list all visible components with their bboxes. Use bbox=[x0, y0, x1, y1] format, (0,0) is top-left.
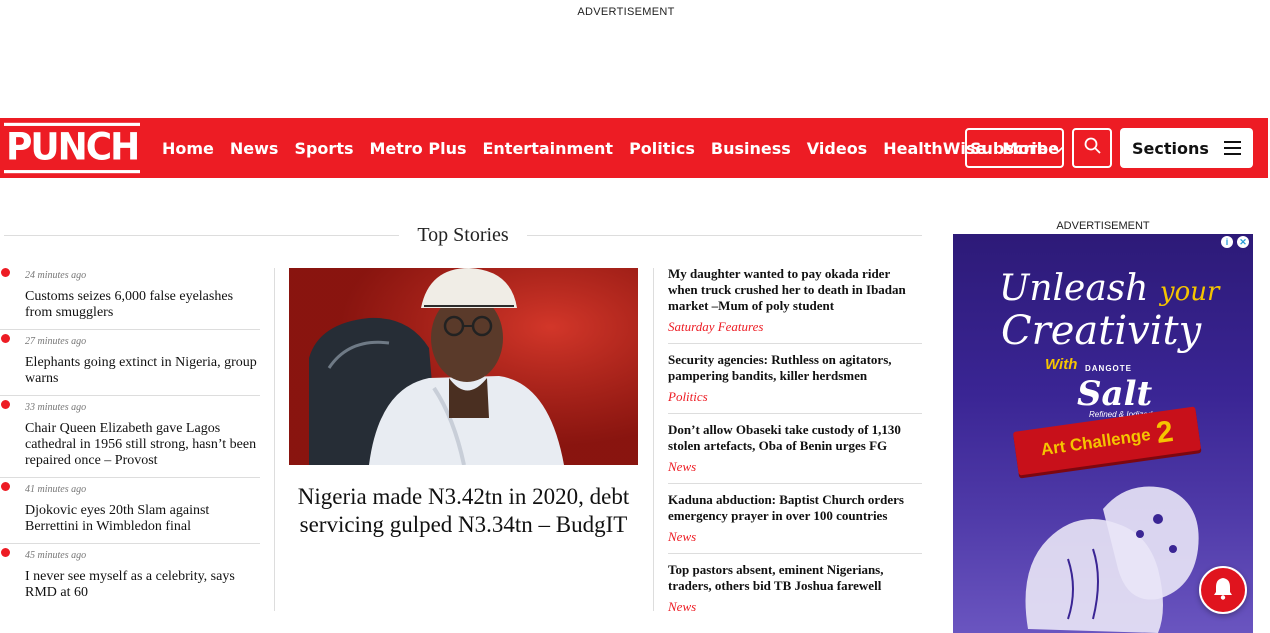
feature-photo-illustration bbox=[289, 268, 638, 465]
top-advertisement-label: ADVERTISEMENT bbox=[577, 6, 675, 18]
headline-link[interactable]: I never see myself as a celebrity, says … bbox=[25, 569, 260, 601]
list-item[interactable]: Don’t allow Obaseki take custody of 1,13… bbox=[668, 422, 922, 484]
list-item[interactable]: Security agencies: Ruthless on agitators… bbox=[668, 352, 922, 414]
list-item[interactable]: My daughter wanted to pay okada rider wh… bbox=[668, 266, 922, 344]
headline-link[interactable]: Elephants going extinct in Nigeria, grou… bbox=[25, 355, 260, 387]
headline-link[interactable]: Customs seizes 6,000 false eyelashes fro… bbox=[25, 289, 260, 321]
list-item[interactable]: 45 minutes ago I never see myself as a c… bbox=[0, 544, 260, 609]
search-button[interactable] bbox=[1072, 128, 1112, 168]
list-item[interactable]: 24 minutes ago Customs seizes 6,000 fals… bbox=[0, 264, 260, 330]
logo-text: PUNCH bbox=[4, 122, 140, 174]
ad-challenge-text: Art Challenge bbox=[1039, 424, 1152, 460]
nav-links: Home News Sports Metro Plus Entertainmen… bbox=[162, 139, 1080, 158]
ad-brand: DANGOTE bbox=[1085, 364, 1132, 373]
nav-business[interactable]: Business bbox=[711, 139, 791, 158]
category-link[interactable]: News bbox=[668, 459, 922, 475]
notification-bell-button[interactable] bbox=[1199, 566, 1247, 614]
nav-entertainment[interactable]: Entertainment bbox=[482, 139, 613, 158]
ad-choices[interactable]: i ✕ bbox=[1221, 236, 1249, 248]
list-item[interactable]: Top pastors absent, eminent Nigerians, t… bbox=[668, 562, 922, 623]
ad-text-creativity: Creativity bbox=[1001, 308, 1202, 354]
feature-story-image[interactable] bbox=[289, 268, 638, 465]
subscribe-button[interactable]: Subscribe bbox=[965, 128, 1064, 168]
search-icon bbox=[1084, 137, 1101, 159]
nav-politics[interactable]: Politics bbox=[629, 139, 695, 158]
info-icon[interactable]: i bbox=[1221, 236, 1233, 248]
bullet-dot-icon bbox=[1, 268, 10, 277]
column-divider bbox=[653, 268, 654, 611]
top-stories-heading: Top Stories bbox=[4, 222, 923, 248]
timestamp: 45 minutes ago bbox=[25, 550, 87, 561]
headline-link[interactable]: Chair Queen Elizabeth gave Lagos cathedr… bbox=[25, 421, 260, 469]
column-divider bbox=[274, 268, 275, 611]
bullet-dot-icon bbox=[1, 548, 10, 557]
timestamp: 33 minutes ago bbox=[25, 402, 87, 413]
side-advertisement-label: ADVERTISEMENT bbox=[1056, 220, 1150, 232]
ad-text-your: your bbox=[1159, 277, 1220, 307]
bullet-dot-icon bbox=[1, 334, 10, 343]
punch-logo[interactable]: PUNCH bbox=[4, 122, 146, 174]
timestamp: 27 minutes ago bbox=[25, 336, 87, 347]
nav-sports[interactable]: Sports bbox=[294, 139, 353, 158]
right-stories-list: My daughter wanted to pay okada rider wh… bbox=[668, 266, 922, 631]
bullet-dot-icon bbox=[1, 400, 10, 409]
headline-link[interactable]: My daughter wanted to pay okada rider wh… bbox=[668, 266, 922, 314]
hamburger-icon bbox=[1224, 141, 1241, 155]
headline-link[interactable]: Top pastors absent, eminent Nigerians, t… bbox=[668, 562, 922, 594]
nav-home[interactable]: Home bbox=[162, 139, 214, 158]
timestamp: 24 minutes ago bbox=[25, 270, 87, 281]
ad-elephant-illustration bbox=[1025, 486, 1199, 633]
timestamp: 41 minutes ago bbox=[25, 484, 87, 495]
category-link[interactable]: News bbox=[668, 599, 922, 615]
category-link[interactable]: News bbox=[668, 529, 922, 545]
nav-videos[interactable]: Videos bbox=[807, 139, 867, 158]
ad-text: Unleash your bbox=[999, 268, 1219, 309]
top-stories-title: Top Stories bbox=[417, 223, 509, 246]
list-item[interactable]: 33 minutes ago Chair Queen Elizabeth gav… bbox=[0, 396, 260, 478]
headline-link[interactable]: Security agencies: Ruthless on agitators… bbox=[668, 352, 922, 384]
nav-news[interactable]: News bbox=[230, 139, 279, 158]
headline-link[interactable]: Djokovic eyes 20th Slam against Berretti… bbox=[25, 503, 260, 535]
category-link[interactable]: Saturday Features bbox=[668, 319, 922, 335]
main-navbar: PUNCH Home News Sports Metro Plus Entert… bbox=[0, 118, 1268, 178]
close-icon[interactable]: ✕ bbox=[1237, 236, 1249, 248]
headline-link[interactable]: Don’t allow Obaseki take custody of 1,13… bbox=[668, 422, 922, 454]
ad-text-unleash: Unleash bbox=[999, 268, 1149, 309]
nav-metro-plus[interactable]: Metro Plus bbox=[369, 139, 466, 158]
sections-label: Sections bbox=[1132, 138, 1209, 158]
feature-headline[interactable]: Nigeria made N3.42tn in 2020, debt servi… bbox=[283, 483, 644, 539]
list-item[interactable]: Kaduna abduction: Baptist Church orders … bbox=[668, 492, 922, 554]
list-item[interactable]: 27 minutes ago Elephants going extinct i… bbox=[0, 330, 260, 396]
headline-link[interactable]: Kaduna abduction: Baptist Church orders … bbox=[668, 492, 922, 524]
ad-challenge-number: 2 bbox=[1154, 414, 1176, 450]
latest-news-list: 24 minutes ago Customs seizes 6,000 fals… bbox=[0, 264, 260, 609]
category-link[interactable]: Politics bbox=[668, 389, 922, 405]
bullet-dot-icon bbox=[1, 482, 10, 491]
ad-text-with: With bbox=[1045, 356, 1078, 373]
bell-icon bbox=[1212, 576, 1234, 605]
list-item[interactable]: 41 minutes ago Djokovic eyes 20th Slam a… bbox=[0, 478, 260, 544]
sections-button[interactable]: Sections bbox=[1120, 128, 1253, 168]
ad-product: Salt bbox=[1077, 374, 1153, 414]
